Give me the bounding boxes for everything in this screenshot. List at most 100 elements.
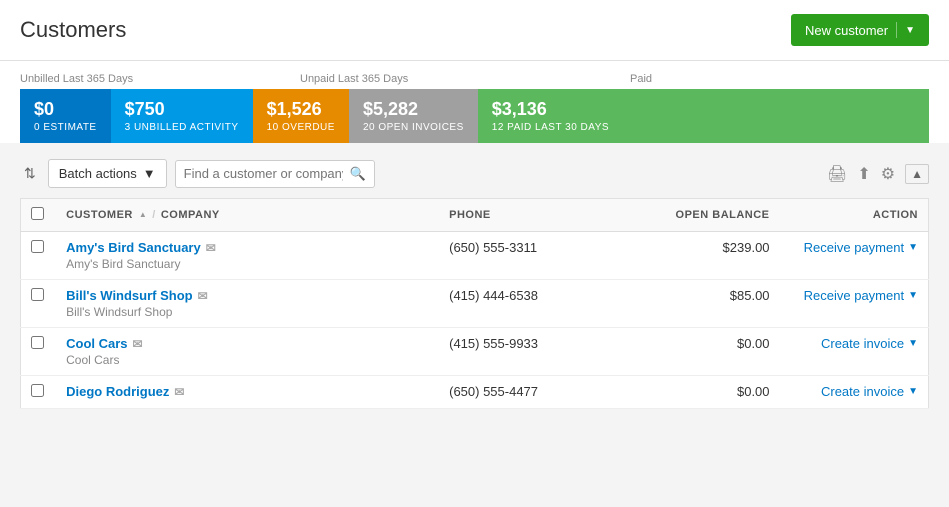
print-button[interactable]: 🖨: [827, 164, 847, 184]
row-checkbox[interactable]: [31, 384, 44, 397]
export-button[interactable]: ⬆: [857, 164, 870, 184]
sort-toggle-button[interactable]: ⇅: [20, 161, 40, 186]
chevron-down-icon: ▼: [905, 25, 915, 36]
customer-name[interactable]: Bill's Windsurf Shop ✉: [66, 288, 429, 303]
content-area: ⇅ Batch actions ▼ 🔍 🖨 ⬆ ⚙: [0, 143, 949, 425]
chevron-up-icon: ▲: [911, 167, 923, 181]
row-customer-cell: Cool Cars ✉ Cool Cars: [56, 328, 439, 376]
new-customer-label: New customer: [805, 23, 888, 38]
stat-tile-overdue-amount: $1,526: [267, 99, 335, 120]
stat-tile-unbilled[interactable]: $750 3 UNBILLED ACTIVITY: [111, 89, 253, 143]
col-balance-header: OPEN BALANCE: [652, 199, 780, 232]
customer-name[interactable]: Cool Cars ✉: [66, 336, 429, 351]
customer-balance: $239.00: [723, 240, 770, 255]
stat-tile-open-amount: $5,282: [363, 99, 464, 120]
row-balance-cell: $85.00: [652, 280, 780, 328]
row-check-cell: [21, 376, 57, 409]
row-customer-cell: Diego Rodriguez ✉: [56, 376, 439, 409]
row-phone-cell: (415) 555-9933: [439, 328, 652, 376]
table-body: Amy's Bird Sanctuary ✉ Amy's Bird Sanctu…: [21, 232, 929, 409]
toolbar-right: 🖨 ⬆ ⚙ ▲: [827, 164, 929, 184]
row-action-cell: Receive payment ▼: [780, 232, 929, 280]
row-checkbox[interactable]: [31, 336, 44, 349]
action-label: Create invoice: [821, 336, 904, 351]
customer-phone: (650) 555-4477: [449, 384, 538, 399]
unpaid-label: Unpaid Last 365 Days: [300, 73, 630, 85]
select-all-checkbox[interactable]: [31, 207, 44, 220]
stat-tile-open-label: 20 OPEN INVOICES: [363, 122, 464, 133]
customer-company: Bill's Windsurf Shop: [66, 305, 429, 319]
stat-tile-unbilled-label: 3 UNBILLED ACTIVITY: [125, 122, 239, 133]
action-label: Receive payment: [804, 240, 904, 255]
table-row: Cool Cars ✉ Cool Cars (415) 555-9933 $0.…: [21, 328, 929, 376]
batch-actions-label: Batch actions: [59, 166, 137, 181]
row-balance-cell: $0.00: [652, 328, 780, 376]
table-row: Diego Rodriguez ✉ (650) 555-4477 $0.00 C…: [21, 376, 929, 409]
stat-tile-estimate-label: 0 ESTIMATE: [34, 122, 97, 133]
customer-name[interactable]: Diego Rodriguez ✉: [66, 384, 429, 399]
row-customer-cell: Bill's Windsurf Shop ✉ Bill's Windsurf S…: [56, 280, 439, 328]
separator: /: [152, 209, 156, 221]
sort-arrows-icon: ▲: [139, 211, 147, 219]
stat-tile-overdue[interactable]: $1,526 10 OVERDUE: [253, 89, 349, 143]
balance-col-label: OPEN BALANCE: [676, 209, 770, 221]
customer-balance: $0.00: [737, 384, 770, 399]
stat-tile-paid[interactable]: $3,136 12 PAID LAST 30 DAYS: [478, 89, 929, 143]
col-customer-header[interactable]: CUSTOMER ▲ / COMPANY: [56, 199, 439, 232]
stat-tile-overdue-label: 10 OVERDUE: [267, 122, 335, 133]
export-icon: ⬆: [857, 166, 870, 183]
row-action-button[interactable]: Receive payment ▼: [804, 288, 918, 303]
new-customer-button[interactable]: New customer ▼: [791, 14, 929, 46]
header-row: CUSTOMER ▲ / COMPANY PHONE OPEN BALANCE …: [21, 199, 929, 232]
table-row: Amy's Bird Sanctuary ✉ Amy's Bird Sanctu…: [21, 232, 929, 280]
action-label: Receive payment: [804, 288, 904, 303]
customer-company: Amy's Bird Sanctuary: [66, 257, 429, 271]
row-balance-cell: $0.00: [652, 376, 780, 409]
email-icon: ✉: [206, 241, 216, 255]
action-col-label: ACTION: [873, 209, 918, 221]
stat-tile-estimate[interactable]: $0 0 ESTIMATE: [20, 89, 111, 143]
stats-tiles: $0 0 ESTIMATE $750 3 UNBILLED ACTIVITY $…: [20, 89, 929, 143]
row-check-cell: [21, 280, 57, 328]
email-icon: ✉: [174, 385, 184, 399]
stat-tile-open[interactable]: $5,282 20 OPEN INVOICES: [349, 89, 478, 143]
row-balance-cell: $239.00: [652, 232, 780, 280]
row-action-button[interactable]: Receive payment ▼: [804, 240, 918, 255]
customer-company: Cool Cars: [66, 353, 429, 367]
customer-name[interactable]: Amy's Bird Sanctuary ✉: [66, 240, 429, 255]
settings-button[interactable]: ⚙: [881, 164, 895, 184]
customer-phone: (415) 444-6538: [449, 288, 538, 303]
table-row: Bill's Windsurf Shop ✉ Bill's Windsurf S…: [21, 280, 929, 328]
action-label: Create invoice: [821, 384, 904, 399]
search-input[interactable]: [184, 166, 344, 181]
batch-actions-button[interactable]: Batch actions ▼: [48, 159, 167, 188]
row-action-cell: Create invoice ▼: [780, 376, 929, 409]
col-action-header: ACTION: [780, 199, 929, 232]
toolbar: ⇅ Batch actions ▼ 🔍 🖨 ⬆ ⚙: [20, 159, 929, 188]
customer-balance: $0.00: [737, 336, 770, 351]
sort-icon: ⇅: [24, 165, 36, 181]
row-action-button[interactable]: Create invoice ▼: [821, 336, 918, 351]
customer-balance: $85.00: [730, 288, 770, 303]
chevron-down-icon: ▼: [908, 386, 918, 397]
row-check-cell: [21, 232, 57, 280]
table-header: CUSTOMER ▲ / COMPANY PHONE OPEN BALANCE …: [21, 199, 929, 232]
chevron-down-icon: ▼: [143, 166, 156, 181]
row-phone-cell: (650) 555-4477: [439, 376, 652, 409]
row-phone-cell: (415) 444-6538: [439, 280, 652, 328]
row-phone-cell: (650) 555-3311: [439, 232, 652, 280]
chevron-down-icon: ▼: [908, 290, 918, 301]
row-action-cell: Receive payment ▼: [780, 280, 929, 328]
email-icon: ✉: [198, 289, 208, 303]
row-action-button[interactable]: Create invoice ▼: [821, 384, 918, 399]
phone-col-label: PHONE: [449, 209, 491, 221]
row-checkbox[interactable]: [31, 240, 44, 253]
gear-icon: ⚙: [881, 166, 895, 183]
row-check-cell: [21, 328, 57, 376]
paid-label: Paid: [630, 73, 929, 85]
row-checkbox[interactable]: [31, 288, 44, 301]
button-divider: [896, 22, 897, 38]
stat-tile-unbilled-amount: $750: [125, 99, 239, 120]
scroll-up-button[interactable]: ▲: [905, 164, 929, 184]
customer-phone: (415) 555-9933: [449, 336, 538, 351]
